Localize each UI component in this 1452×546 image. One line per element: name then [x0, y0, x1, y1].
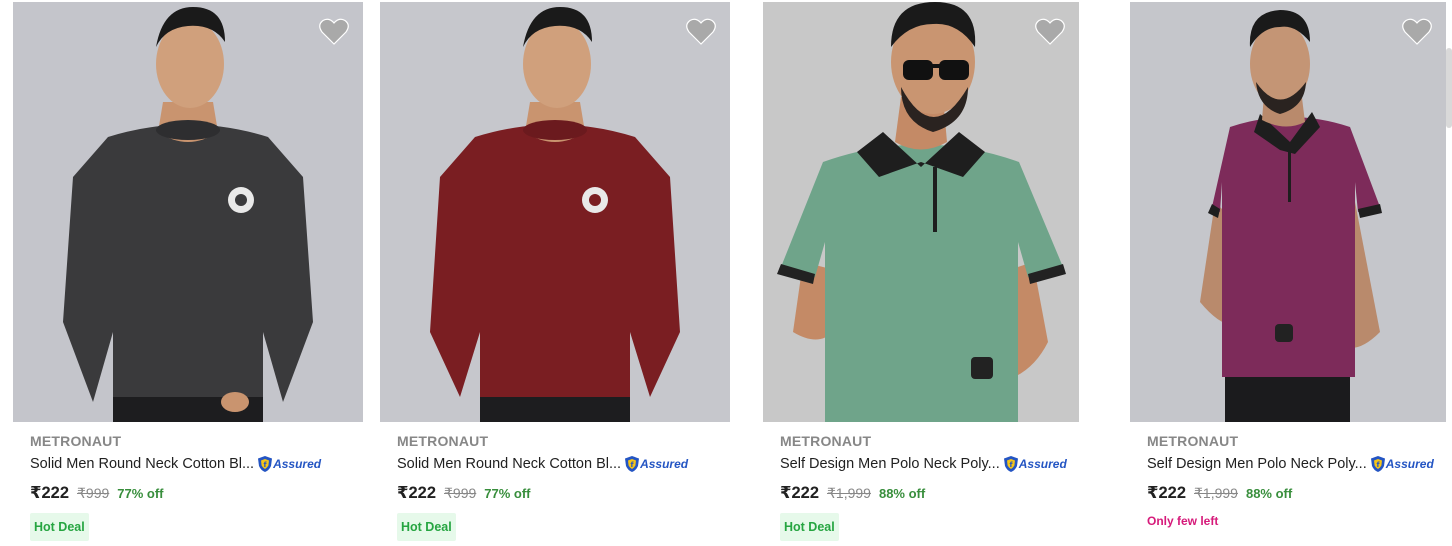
- assured-label: Assured: [1018, 457, 1067, 471]
- assured-label: Assured: [1385, 457, 1434, 471]
- product-card[interactable]: METRONAUT Solid Men Round Neck Cotton Bl…: [13, 0, 363, 546]
- wishlist-heart-icon[interactable]: [319, 18, 349, 46]
- brand-name: METRONAUT: [397, 433, 489, 449]
- assured-shield-icon: f: [625, 456, 640, 472]
- product-image[interactable]: [763, 2, 1079, 422]
- hot-deal-tag: Hot Deal: [30, 513, 89, 541]
- assured-badge: f Assured: [624, 454, 688, 474]
- product-title[interactable]: Solid Men Round Neck Cotton Bl...: [397, 454, 621, 474]
- product-title[interactable]: Self Design Men Polo Neck Poly...: [780, 454, 1000, 474]
- wishlist-heart-icon[interactable]: [686, 18, 716, 46]
- brand-name: METRONAUT: [1147, 433, 1239, 449]
- assured-shield-icon: f: [258, 456, 273, 472]
- product-title[interactable]: Self Design Men Polo Neck Poly...: [1147, 454, 1367, 474]
- product-info: METRONAUT Self Design Men Polo Neck Poly…: [780, 432, 1079, 541]
- product-info: METRONAUT Solid Men Round Neck Cotton Bl…: [30, 432, 363, 541]
- original-price: ₹999: [77, 484, 110, 501]
- original-price: ₹999: [444, 484, 477, 501]
- assured-label: Assured: [640, 457, 689, 471]
- product-grid: METRONAUT Solid Men Round Neck Cotton Bl…: [0, 0, 1452, 546]
- assured-label: Assured: [273, 457, 322, 471]
- model-dark-tshirt-illustration: [13, 2, 363, 422]
- wishlist-heart-icon[interactable]: [1402, 18, 1432, 46]
- assured-shield-icon: f: [1370, 456, 1385, 472]
- model-green-polo-illustration: [763, 2, 1079, 422]
- model-maroon-tshirt-illustration: [380, 2, 730, 422]
- original-price: ₹1,999: [827, 484, 871, 501]
- hot-deal-tag: Hot Deal: [397, 513, 456, 541]
- wishlist-heart-icon[interactable]: [1035, 18, 1065, 46]
- assured-badge: f Assured: [1370, 454, 1434, 474]
- assured-badge: f Assured: [1003, 454, 1067, 474]
- page-scrollbar[interactable]: [1446, 48, 1452, 128]
- discount-percent: 77% off: [484, 485, 531, 501]
- brand-name: METRONAUT: [780, 433, 872, 449]
- product-info: METRONAUT Solid Men Round Neck Cotton Bl…: [397, 432, 730, 541]
- discount-percent: 88% off: [878, 485, 926, 501]
- only-few-left-label: Only few left: [1147, 514, 1219, 528]
- brand-name: METRONAUT: [30, 433, 122, 449]
- product-image[interactable]: [1130, 2, 1446, 422]
- product-title[interactable]: Solid Men Round Neck Cotton Bl...: [30, 454, 254, 474]
- product-card[interactable]: METRONAUT Solid Men Round Neck Cotton Bl…: [380, 0, 730, 546]
- discount-percent: 77% off: [117, 485, 164, 501]
- discount-percent: 88% off: [1245, 485, 1293, 501]
- selling-price: ₹222: [30, 484, 70, 502]
- selling-price: ₹222: [397, 484, 437, 502]
- product-image[interactable]: [13, 2, 363, 422]
- product-info: METRONAUT Self Design Men Polo Neck Poly…: [1147, 432, 1446, 528]
- product-image[interactable]: [380, 2, 730, 422]
- assured-badge: f Assured: [257, 454, 321, 474]
- original-price: ₹1,999: [1194, 484, 1238, 501]
- selling-price: ₹222: [780, 484, 820, 502]
- product-card[interactable]: METRONAUT Self Design Men Polo Neck Poly…: [763, 0, 1079, 546]
- assured-shield-icon: f: [1003, 456, 1018, 472]
- model-purple-polo-illustration: [1130, 2, 1446, 422]
- hot-deal-tag: Hot Deal: [780, 513, 839, 541]
- product-card[interactable]: METRONAUT Self Design Men Polo Neck Poly…: [1130, 0, 1446, 546]
- selling-price: ₹222: [1147, 484, 1187, 502]
